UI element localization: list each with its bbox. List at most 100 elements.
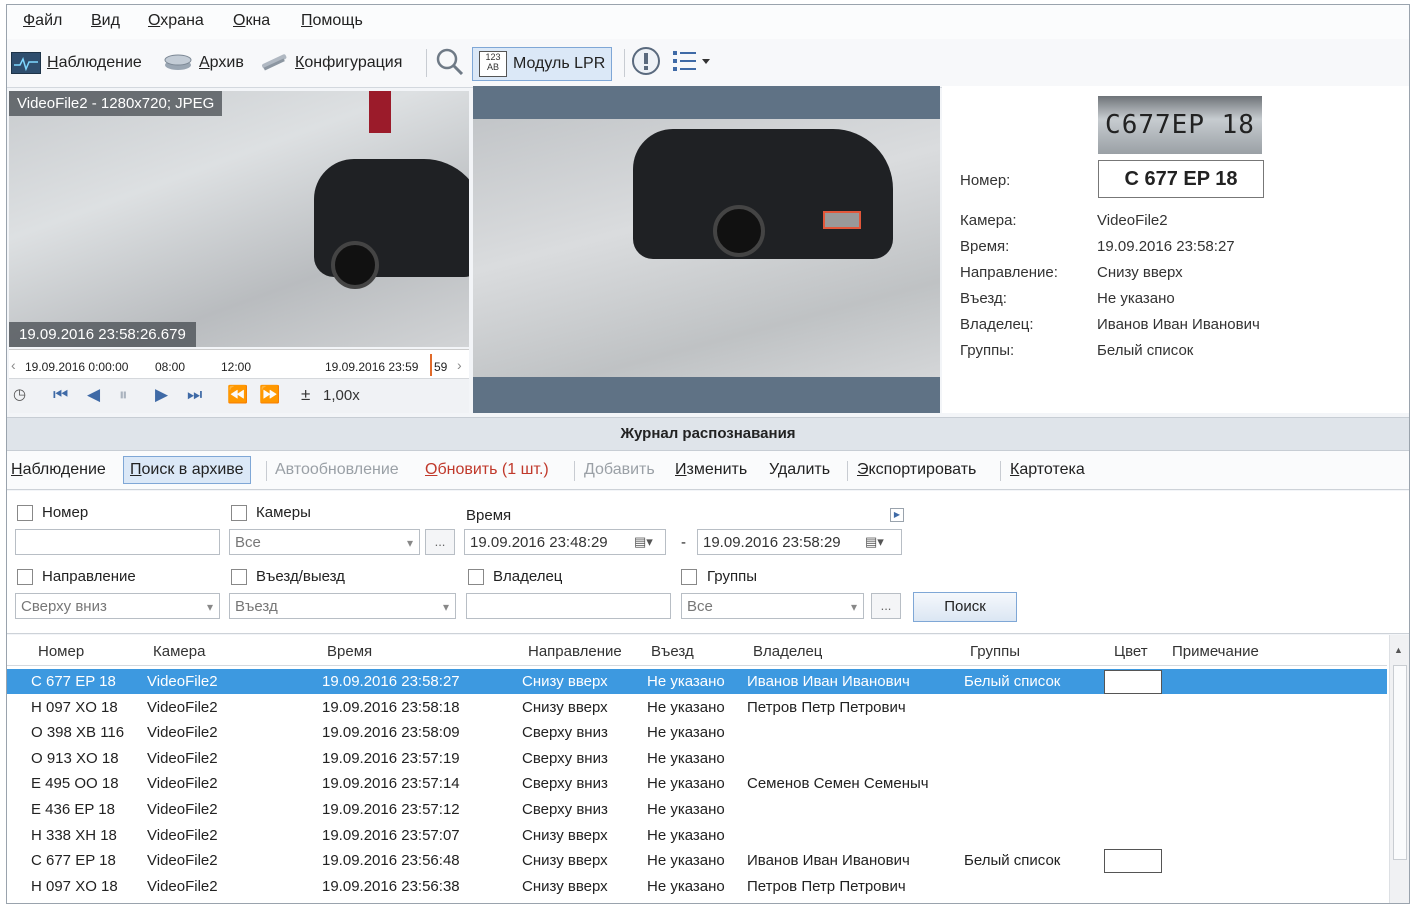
col-header-time[interactable]: Время (327, 643, 372, 660)
menu-windows[interactable]: Окна (233, 12, 270, 30)
table-row[interactable]: H 097 XO 18 VideoFile2 19.09.2016 23:58:18… (7, 695, 1387, 720)
timeline-tick: 08:00 (155, 360, 186, 374)
cell-camera: VideoFile2 (147, 673, 218, 690)
menu-view[interactable]: Вид (91, 12, 120, 30)
results-table: Номер Камера Время Направление Въезд Вла… (7, 635, 1409, 903)
time-range-dash: - (681, 534, 686, 551)
table-row[interactable]: O 913 XO 18 VideoFile2 19.09.2016 23:57:19… (7, 746, 1387, 771)
cameras-checkbox[interactable] (231, 505, 247, 521)
step-back-icon[interactable]: ◀ (87, 385, 100, 405)
calendar-icon[interactable]: ▤▾ (634, 534, 653, 550)
cell-direction: Сверху вниз (522, 724, 608, 742)
cameras-browse-button[interactable]: ... (425, 529, 455, 555)
number-checkbox[interactable] (17, 505, 33, 521)
scrollbar-thumb[interactable] (1393, 665, 1407, 860)
direction-select[interactable]: Сверху вниз (15, 593, 220, 620)
table-row[interactable]: O 398 XB 116 VideoFile2 19.09.2016 23:58:0… (7, 720, 1387, 745)
cameras-select[interactable]: Все (229, 529, 420, 556)
rewind-icon[interactable]: ⏪ (227, 385, 248, 405)
info-key: Камера: (960, 212, 1017, 229)
refresh-button[interactable]: Обновить (1 шт.) (425, 461, 549, 479)
cell-number: O 913 XO 18 (31, 749, 119, 767)
table-row[interactable]: E 495 OO 18 VideoFile2 19.09.2016 23:57:14… (7, 771, 1387, 796)
pause-icon[interactable]: ⏸ (119, 385, 128, 405)
app-window: Файл Вид Охрана Окна Помощь Наблюдение А… (6, 4, 1410, 904)
col-header-groups[interactable]: Группы (970, 643, 1020, 660)
timeline-bar[interactable]: ‹ 19.09.2016 0:00:00 08:00 12:00 19.09.2… (9, 349, 469, 378)
table-row[interactable]: H 097 XO 18 VideoFile2 19.09.2016 23:56:38… (7, 874, 1387, 899)
timeline-prev-icon[interactable]: ‹ (11, 357, 16, 373)
calendar-icon[interactable]: ▤▾ (865, 534, 884, 550)
archive-button[interactable]: Архив (163, 47, 244, 79)
list-menu-button[interactable] (671, 47, 711, 79)
monitor-icon (11, 52, 41, 74)
entry-checkbox[interactable] (231, 569, 247, 585)
recognition-frame-image[interactable] (473, 119, 940, 377)
cell-direction: Снизу вверх (522, 877, 608, 895)
cell-entry: Не указано (647, 877, 725, 895)
alert-icon (631, 46, 661, 81)
step-forward-icon[interactable]: ▶ (155, 385, 168, 405)
col-header-note[interactable]: Примечание (1172, 643, 1259, 660)
col-header-number[interactable]: Номер (38, 643, 84, 660)
menu-file[interactable]: Файл (23, 12, 62, 30)
timeline-cursor[interactable] (430, 354, 432, 376)
cell-direction: Снизу вверх (522, 673, 608, 690)
journal-monitoring-tab[interactable]: Наблюдение (11, 461, 106, 479)
alert-button[interactable] (631, 46, 661, 81)
menu-help[interactable]: Помощь (301, 12, 363, 30)
fast-forward-icon[interactable]: ⏩ (259, 385, 280, 405)
timeline-next-icon[interactable]: › (457, 357, 462, 373)
number-input[interactable] (15, 529, 220, 555)
cell-direction: Снизу вверх (522, 852, 608, 870)
search-tool-button[interactable] (435, 47, 465, 79)
table-row[interactable]: E 436 EP 18 VideoFile2 19.09.2016 23:57:12… (7, 797, 1387, 822)
scroll-up-icon[interactable]: ▲ (1394, 645, 1403, 655)
time-filter-label: Время (466, 507, 512, 524)
delete-button[interactable]: Удалить (769, 461, 830, 479)
direction-checkbox[interactable] (17, 569, 33, 585)
cell-groups: Белый список (964, 673, 1061, 690)
cell-number: C 677 EP 18 (31, 852, 116, 870)
journal-search-tab[interactable]: Поиск в архиве (123, 456, 251, 484)
go-start-icon[interactable]: ⏮ (53, 385, 68, 405)
groups-filter-label: Группы (707, 568, 757, 585)
add-button[interactable]: Добавить (584, 461, 655, 479)
calendar-clock-icon[interactable]: ◷ (13, 385, 26, 403)
owner-input[interactable] (466, 593, 671, 619)
cell-time: 19.09.2016 23:57:14 (322, 775, 460, 793)
table-row[interactable]: H 338 XH 18 VideoFile2 19.09.2016 23:57:07… (7, 823, 1387, 848)
menu-security[interactable]: Охрана (148, 12, 204, 30)
groups-select[interactable]: Все (681, 593, 864, 620)
groups-checkbox[interactable] (681, 569, 697, 585)
monitoring-button[interactable]: Наблюдение (11, 47, 142, 79)
search-button[interactable]: Поиск (913, 592, 1017, 622)
card-file-button[interactable]: Картотека (1010, 461, 1085, 479)
col-header-owner[interactable]: Владелец (753, 643, 822, 660)
autoupdate-button[interactable]: Автообновление (275, 461, 399, 479)
speed-plusminus-icon[interactable]: ± (301, 385, 310, 405)
playback-speed[interactable]: 1,00x (323, 387, 360, 404)
lpr-module-button[interactable]: 123 AB Модуль LPR (472, 47, 613, 81)
groups-browse-button[interactable]: ... (871, 593, 901, 619)
cell-owner: Иванов Иван Иванович (747, 852, 910, 870)
col-header-direction[interactable]: Направление (528, 643, 622, 660)
timeline-tick: 59 (434, 360, 448, 374)
table-row[interactable]: C 677 EP 18 VideoFile2 19.09.2016 23:58:27… (7, 669, 1387, 694)
owner-checkbox[interactable] (468, 569, 484, 585)
cell-entry: Не указано (647, 826, 725, 844)
cell-camera: VideoFile2 (147, 749, 218, 767)
video-viewport-live[interactable]: VideoFile2 - 1280x720; JPEG 19.09.2016 2… (9, 91, 469, 347)
table-row[interactable]: C 677 EP 18 VideoFile2 19.09.2016 23:56:48… (7, 848, 1387, 874)
entry-select[interactable]: Въезд (229, 593, 456, 620)
cell-camera: VideoFile2 (147, 826, 218, 844)
export-button[interactable]: Экспортировать (857, 461, 976, 479)
expand-arrow-icon[interactable]: ▶ (890, 508, 904, 522)
config-button[interactable]: Конфигурация (259, 47, 402, 79)
table-scrollbar[interactable]: ▲ (1389, 635, 1409, 903)
col-header-entry[interactable]: Въезд (651, 643, 694, 660)
col-header-camera[interactable]: Камера (153, 643, 205, 660)
go-end-icon[interactable]: ⏭ (187, 385, 202, 405)
col-header-color[interactable]: Цвет (1114, 643, 1148, 660)
edit-button[interactable]: Изменить (675, 461, 747, 479)
